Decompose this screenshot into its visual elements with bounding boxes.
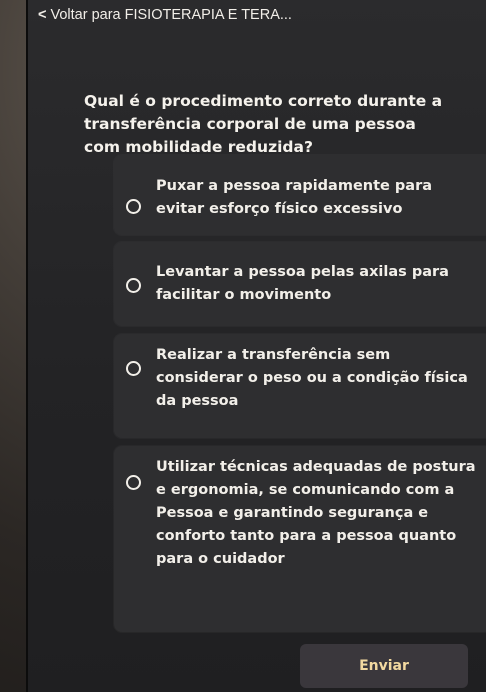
- answer-option-2[interactable]: Levantar a pessoa pelas axilas para faci…: [114, 242, 486, 326]
- answer-option-label: Puxar a pessoa rapidamente para evitar e…: [156, 178, 433, 217]
- chevron-left-icon: <: [38, 7, 47, 23]
- answer-option-4[interactable]: Utilizar técnicas adequadas de postura e…: [114, 446, 486, 632]
- answer-option-1[interactable]: Puxar a pessoa rapidamente para evitar e…: [114, 155, 486, 235]
- answer-option-label: Utilizar técnicas adequadas de postura e…: [156, 459, 476, 567]
- radio-unselected-icon[interactable]: [126, 199, 141, 214]
- answer-option-label: Realizar a transferência sem considerar …: [156, 347, 468, 409]
- submit-button[interactable]: Enviar: [300, 644, 468, 688]
- radio-unselected-icon[interactable]: [126, 475, 141, 490]
- back-link-label: Voltar para FISIOTERAPIA E TERA...: [50, 7, 292, 23]
- answer-option-label: Levantar a pessoa pelas axilas para faci…: [156, 264, 449, 303]
- answer-option-3[interactable]: Realizar a transferência sem considerar …: [114, 334, 486, 438]
- question-text: Qual é o procedimento correto durante a …: [84, 92, 443, 156]
- back-link[interactable]: < Voltar para FISIOTERAPIA E TERA...: [38, 7, 292, 23]
- radio-unselected-icon[interactable]: [126, 361, 141, 376]
- radio-unselected-icon[interactable]: [126, 278, 141, 293]
- quiz-screen: < Voltar para FISIOTERAPIA E TERA... Qual…: [26, 0, 486, 692]
